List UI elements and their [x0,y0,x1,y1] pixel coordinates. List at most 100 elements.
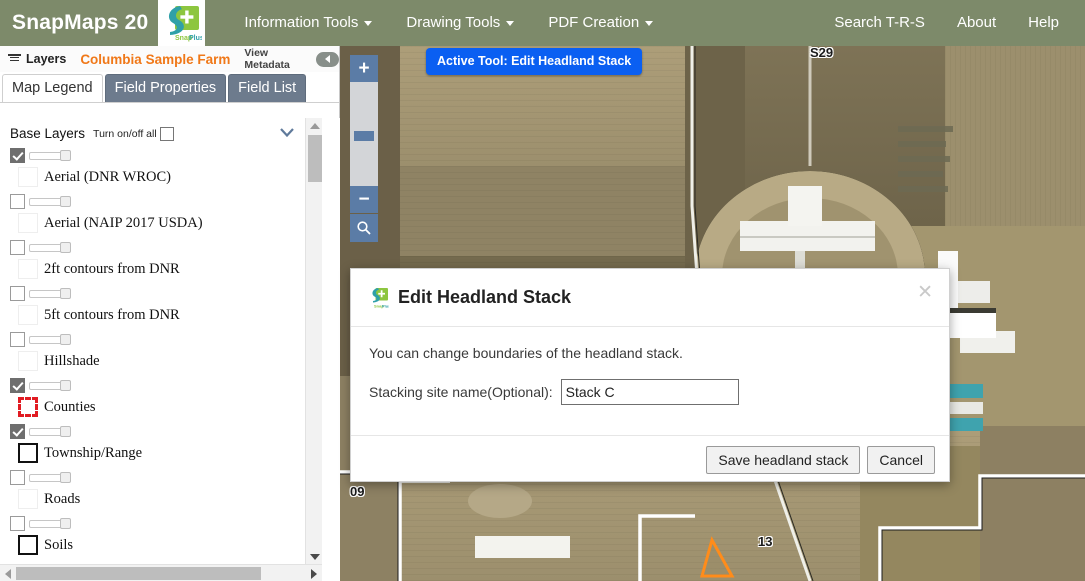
chevron-down-icon[interactable] [280,128,294,137]
layer-label: Township/Range [44,444,143,461]
menu-information-tools-label: Information Tools [244,14,359,31]
layer-opacity-slider[interactable] [29,380,71,391]
toggle-all-label: Turn on/off all [93,127,157,140]
layer-label: 5ft contours from DNR [44,306,180,323]
scroll-down-arrow-icon[interactable] [306,549,323,564]
menu-drawing-tools[interactable]: Drawing Tools [389,0,531,46]
base-layers-title: Base Layers [10,126,86,141]
layer-opacity-slider[interactable] [29,472,71,483]
legend-layer-row: Roads [0,465,322,511]
stacking-site-name-input[interactable] [560,379,739,405]
layers-button[interactable]: Layers [8,52,66,66]
layer-swatch [18,535,38,555]
tab-field-properties[interactable]: Field Properties [104,74,227,102]
snapplus-logo-icon: Snap Plus [168,6,202,42]
layer-label: Roads [44,490,81,507]
magnifier-icon[interactable] [350,214,378,242]
edit-headland-stack-dialog: Snap Plus Edit Headland Stack ✕ You can … [350,268,950,482]
farm-name[interactable]: Columbia Sample Farm [80,52,230,67]
link-about[interactable]: About [941,0,1012,46]
magnifier-glyph [357,221,371,235]
layer-checkbox[interactable] [10,194,25,209]
layer-checkbox[interactable] [10,148,25,163]
dialog-description: You can change boundaries of the headlan… [369,345,683,361]
dialog-footer: Save headland stack Cancel [351,435,949,483]
map-legend-content: Base Layers Turn on/off all Aerial (DNR … [0,118,340,581]
scroll-left-arrow-icon[interactable] [0,565,16,581]
save-headland-stack-button[interactable]: Save headland stack [706,445,861,474]
menu-information-tools[interactable]: Information Tools [227,0,389,46]
scroll-right-arrow-icon[interactable] [306,565,322,581]
horizontal-scroll-thumb[interactable] [16,567,261,580]
layer-checkbox[interactable] [10,424,25,439]
layer-label: Counties [44,398,96,415]
legend-vertical-scrollbar[interactable] [305,118,322,564]
tab-underline [0,102,339,103]
layer-label: 2ft contours from DNR [44,260,180,277]
layer-swatch [18,351,38,371]
layer-opacity-slider[interactable] [29,518,71,529]
legend-layer-row: 5ft contours from DNR [0,281,322,327]
collapse-panel-button[interactable] [316,51,339,67]
layer-checkbox[interactable] [10,286,25,301]
snapplus-logo: Snap Plus [372,287,389,308]
map-zoom-control: + − [350,55,378,242]
app-title: SnapMaps 20 [12,11,149,34]
zoom-out-button[interactable]: − [350,186,378,213]
stacking-site-name-row: Stacking site name(Optional): [369,379,931,405]
legend-layer-row: Hillshade [0,327,322,373]
tab-field-list[interactable]: Field List [228,74,307,102]
link-search-trs[interactable]: Search T-R-S [818,0,941,46]
cancel-button[interactable]: Cancel [867,445,935,474]
panel-subbar: Layers Columbia Sample Farm View Metadat… [0,46,339,72]
layer-opacity-slider[interactable] [29,150,71,161]
main-menu: Information Tools Drawing Tools PDF Crea… [227,0,670,46]
active-tool-badge: Active Tool: Edit Headland Stack [426,48,643,75]
snapplus-logo[interactable]: Snap Plus [158,0,206,46]
tab-map-legend[interactable]: Map Legend [2,74,103,102]
layer-opacity-slider[interactable] [29,196,71,207]
layer-label: Soils [44,536,74,553]
legend-layer-row: 2ft contours from DNR [0,235,322,281]
close-icon[interactable]: ✕ [917,283,933,302]
scroll-up-arrow-icon[interactable] [306,118,323,133]
layer-checkbox[interactable] [10,240,25,255]
legend-horizontal-scrollbar[interactable] [0,564,322,581]
vertical-scroll-thumb[interactable] [308,135,322,182]
secondary-menu: Search T-R-S About Help [818,0,1085,46]
dialog-title: Edit Headland Stack [398,287,572,307]
zoom-in-button[interactable]: + [350,55,378,82]
layer-opacity-slider[interactable] [29,242,71,253]
legend-layer-row: Township/Range [0,419,322,465]
layers-button-label: Layers [26,52,67,66]
layer-checkbox[interactable] [10,332,25,347]
layer-checkbox[interactable] [10,516,25,531]
layer-opacity-slider[interactable] [29,426,71,437]
chevron-left-icon [325,55,331,63]
dialog-header: Snap Plus Edit Headland Stack ✕ [351,269,949,327]
svg-text:Plus: Plus [189,35,202,42]
zoom-slider-handle[interactable] [354,131,374,141]
link-help[interactable]: Help [1012,0,1075,46]
layer-opacity-slider[interactable] [29,288,71,299]
layer-opacity-slider[interactable] [29,334,71,345]
zoom-slider-track[interactable] [350,82,378,186]
menu-pdf-creation[interactable]: PDF Creation [531,0,670,46]
base-layers-header: Base Layers Turn on/off all [0,118,322,143]
layer-checkbox[interactable] [10,378,25,393]
top-navigation-bar: SnapMaps 20 Snap Plus Information Tools … [0,0,1085,46]
legend-scroll-area: Base Layers Turn on/off all Aerial (DNR … [0,118,322,564]
svg-text:Plus: Plus [382,303,389,308]
chevron-down-icon [645,20,654,26]
layer-swatch [18,443,38,463]
layer-swatch [18,167,38,187]
layer-checkbox[interactable] [10,470,25,485]
stacking-site-name-label: Stacking site name(Optional): [369,384,553,400]
chevron-down-icon [506,20,515,26]
layer-label: Hillshade [44,352,100,369]
left-panel: Layers Columbia Sample Farm View Metadat… [0,46,340,581]
toggle-all-checkbox[interactable] [159,126,174,141]
menu-drawing-tools-label: Drawing Tools [406,14,501,31]
view-metadata-link[interactable]: View Metadata [244,47,308,71]
layer-label: Aerial (DNR WROC) [44,168,171,185]
